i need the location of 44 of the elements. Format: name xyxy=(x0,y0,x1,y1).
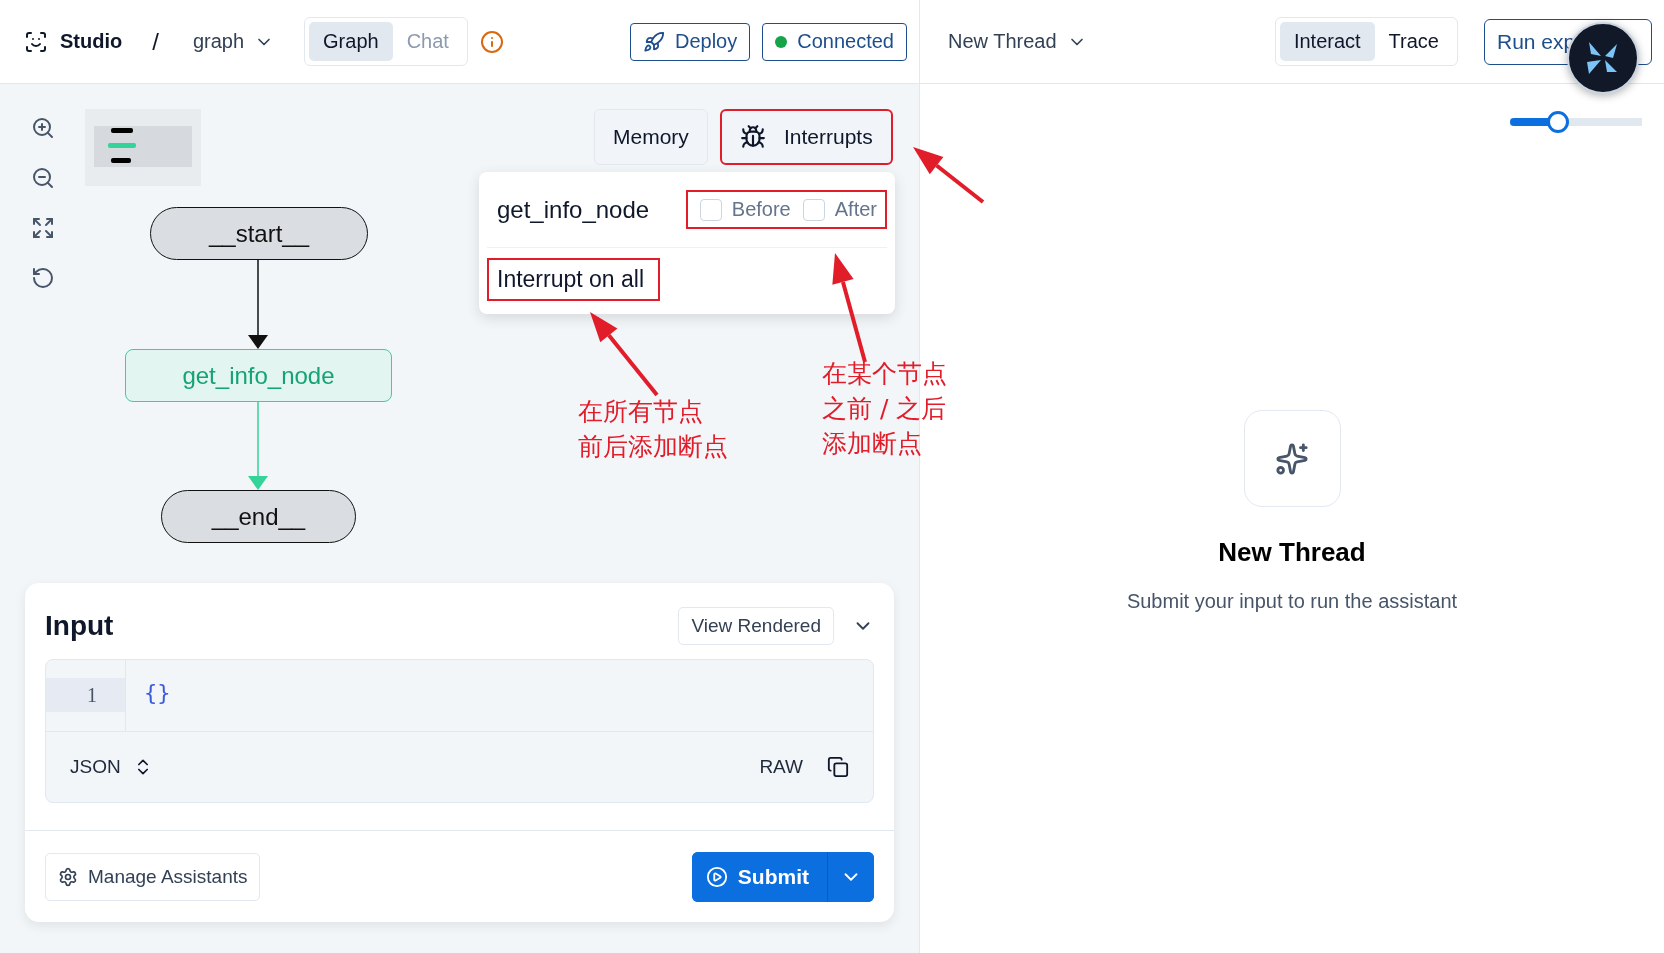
json-editor[interactable]: 1 {} JSON RAW xyxy=(45,659,874,803)
interrupt-on-all-button[interactable]: Interrupt on all xyxy=(487,258,661,301)
info-icon[interactable] xyxy=(479,29,504,54)
graph-node[interactable]: __start__ xyxy=(150,207,368,260)
deploy-button[interactable]: Deploy xyxy=(630,22,751,61)
copy-icon[interactable] xyxy=(827,756,849,778)
input-title: Input xyxy=(45,610,115,642)
zoom-out-icon[interactable] xyxy=(31,166,55,190)
node-name: get_info_node xyxy=(497,195,650,224)
line-number: 1 xyxy=(46,678,125,712)
view-rendered-button[interactable]: View Rendered xyxy=(678,607,834,645)
play-circle-icon xyxy=(705,865,728,888)
code-text: {} xyxy=(143,679,171,707)
manage-assistants-button[interactable]: Manage Assistants xyxy=(45,852,261,901)
slider-thumb[interactable] xyxy=(1546,111,1569,133)
sparkles-icon xyxy=(1275,441,1309,476)
view-tab[interactable]: Graph xyxy=(309,22,393,61)
brand-name: Studio xyxy=(60,30,123,53)
interrupts-button[interactable]: Interrupts xyxy=(720,109,893,165)
reset-icon[interactable] xyxy=(31,266,55,290)
rocket-icon xyxy=(643,30,665,53)
mode-tab[interactable]: Trace xyxy=(1374,22,1453,61)
annotation-arrow xyxy=(913,147,985,204)
thread-selector[interactable]: New Thread xyxy=(944,26,1091,57)
empty-state-subtitle: Submit your input to run the assistant xyxy=(1126,590,1458,613)
empty-state-title: New Thread xyxy=(1218,537,1366,568)
annotation-text: 在某个节点 之前 / 之后 添加断点 xyxy=(822,358,947,460)
mode-tab[interactable]: Interact xyxy=(1279,22,1375,61)
raw-label: RAW xyxy=(759,756,803,778)
fit-view-icon[interactable] xyxy=(31,216,55,240)
breadcrumb-separator: / xyxy=(152,27,159,56)
memory-button[interactable]: Memory xyxy=(594,109,708,165)
annotation-text: 在所有节点 前后添加断点 xyxy=(578,396,728,463)
gear-icon xyxy=(58,866,78,887)
graph-node[interactable]: __end__ xyxy=(161,490,356,543)
graph-selector[interactable]: graph xyxy=(188,26,279,57)
bug-icon xyxy=(740,124,766,150)
studio-logo-icon xyxy=(24,29,48,54)
submit-button[interactable]: Submit xyxy=(691,851,828,902)
format-label: JSON xyxy=(70,756,121,778)
connection-status-button[interactable]: Connected xyxy=(762,22,907,61)
zoom-in-icon[interactable] xyxy=(31,116,55,140)
interrupt-checkbox[interactable]: After xyxy=(802,198,877,221)
interrupt-checkbox[interactable]: Before xyxy=(699,198,791,221)
